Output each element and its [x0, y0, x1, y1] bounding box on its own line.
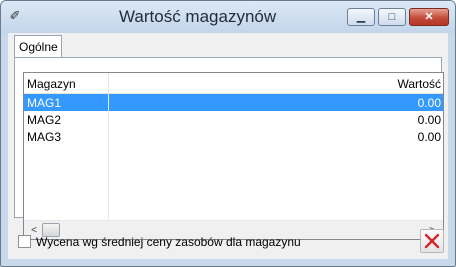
column-divider[interactable]: [108, 73, 109, 93]
warehouse-value: 0.00: [417, 96, 441, 110]
window-title: Wartość magazynów: [119, 7, 277, 26]
warehouse-list[interactable]: Magazyn Wartość MAG1 0.00 MAG2 0.00 MAG3…: [23, 72, 444, 240]
warehouse-name: MAG3: [27, 130, 62, 144]
table-row[interactable]: MAG2 0.00: [24, 111, 443, 128]
red-x-icon: [424, 233, 440, 249]
column-header-wartosc[interactable]: Wartość: [397, 77, 441, 91]
maximize-button[interactable]: □: [378, 8, 406, 26]
table-row[interactable]: MAG3 0.00: [24, 128, 443, 145]
table-row[interactable]: MAG1 0.00: [24, 94, 443, 111]
average-price-checkbox[interactable]: [18, 235, 31, 248]
app-window: ✐ Wartość magazynów ▁ □ ✕ Ogólne Magazyn…: [0, 0, 456, 267]
close-window-button[interactable]: ✕: [409, 8, 449, 26]
minimize-button[interactable]: ▁: [347, 8, 375, 26]
dialog-body: Ogólne Magazyn Wartość MAG1 0.00 MAG2 0.…: [8, 33, 448, 259]
column-gridline: [108, 94, 109, 111]
close-button[interactable]: [420, 229, 444, 253]
list-header: Magazyn Wartość: [24, 73, 443, 94]
tab-panel: Magazyn Wartość MAG1 0.00 MAG2 0.00 MAG3…: [14, 57, 444, 240]
app-icon[interactable]: ✐: [7, 8, 23, 24]
column-header-magazyn[interactable]: Magazyn: [27, 77, 76, 91]
average-price-label[interactable]: Wycena wg średniej ceny zasobów dla maga…: [36, 235, 301, 249]
warehouse-name: MAG1: [27, 96, 62, 110]
warehouse-value: 0.00: [417, 113, 441, 127]
tab-ogolne[interactable]: Ogólne: [14, 35, 62, 57]
warehouse-value: 0.00: [417, 130, 441, 144]
title-bar[interactable]: ✐ Wartość magazynów ▁ □ ✕: [1, 1, 455, 33]
warehouse-name: MAG2: [27, 113, 62, 127]
